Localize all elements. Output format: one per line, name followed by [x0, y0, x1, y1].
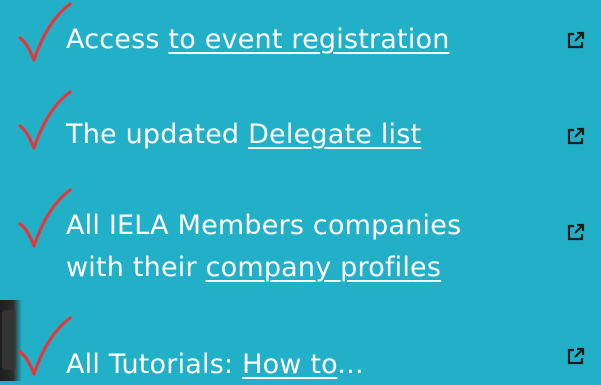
external-link-icon[interactable]: [566, 30, 586, 50]
checkmark-icon: [16, 314, 72, 380]
item-label-line2: with their: [66, 252, 206, 283]
external-link-icon[interactable]: [566, 126, 586, 146]
list-item: The updated Delegate list: [0, 88, 601, 168]
company-profiles-link[interactable]: company profiles: [206, 252, 442, 283]
list-item: All IELA Members companies with their co…: [0, 186, 601, 296]
external-link-icon[interactable]: [566, 222, 586, 242]
event-registration-link[interactable]: to event registration: [168, 24, 449, 55]
ellipsis-text: ...: [337, 349, 364, 380]
item-label: All Tutorials:: [66, 349, 243, 380]
item-label: Access: [66, 24, 169, 55]
how-to-link[interactable]: How to: [242, 349, 337, 380]
item-label: All IELA Members companies: [66, 210, 462, 241]
list-item: Access to event registration: [0, 0, 601, 80]
external-link-icon[interactable]: [566, 346, 586, 366]
delegate-list-link[interactable]: Delegate list: [248, 119, 421, 150]
benefits-panel: Access to event registration The updated…: [0, 0, 601, 381]
checkmark-icon: [16, 0, 72, 66]
checkmark-icon: [16, 88, 72, 154]
list-item: All Tutorials: How to...: [0, 314, 601, 381]
checkmark-icon: [16, 186, 72, 252]
item-label: The updated: [66, 119, 249, 150]
